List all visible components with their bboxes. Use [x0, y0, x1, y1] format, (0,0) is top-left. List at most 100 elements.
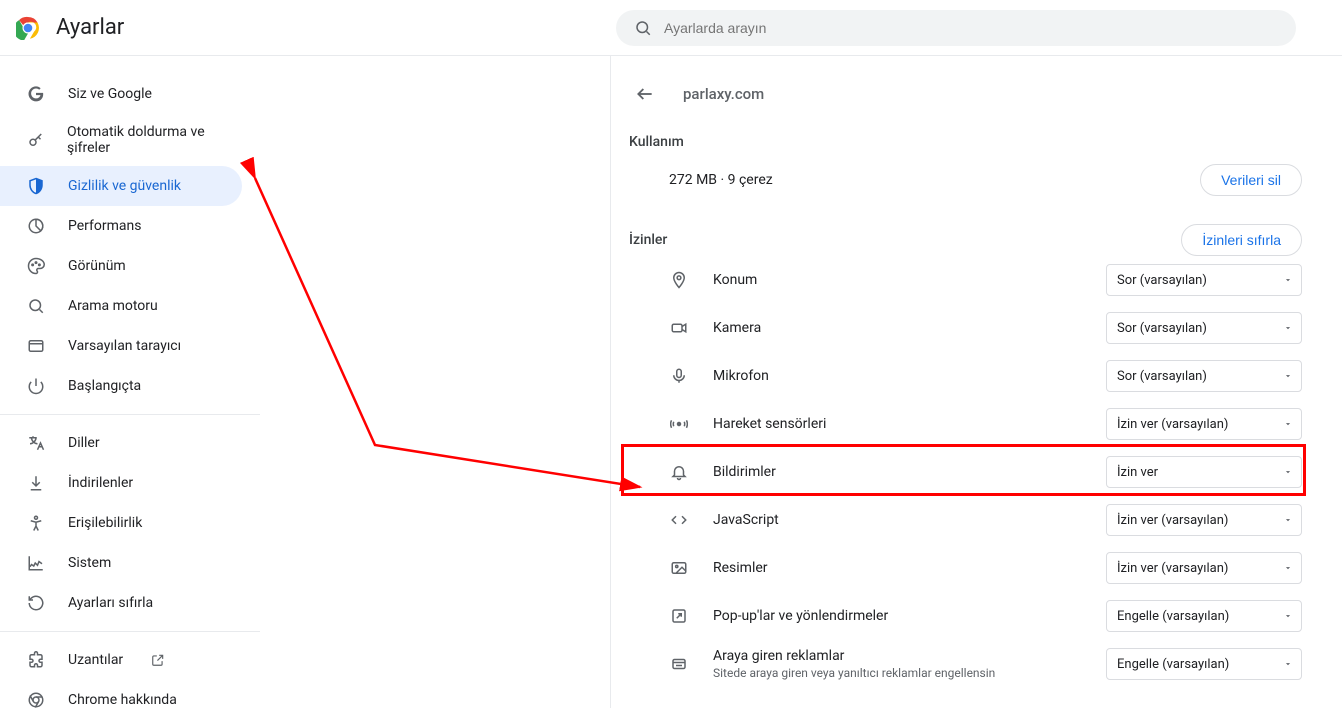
permission-label: JavaScript	[713, 512, 779, 528]
chevron-down-icon	[1283, 515, 1293, 525]
header-left: Ayarlar	[16, 15, 616, 40]
permission-value: Engelle (varsayılan)	[1117, 609, 1229, 624]
reset-icon	[26, 594, 46, 612]
permission-select[interactable]: Engelle (varsayılan)	[1106, 648, 1302, 680]
search-input[interactable]	[664, 20, 1278, 36]
sidebar-item-gizlilik-ve-g-venlik[interactable]: Gizlilik ve güvenlik	[0, 166, 242, 206]
chevron-down-icon	[1283, 371, 1293, 381]
ads-icon	[669, 655, 689, 673]
sidebar-item-label: Diller	[68, 435, 100, 451]
sidebar-item-sistem[interactable]: Sistem	[0, 543, 242, 583]
permission-label: Araya giren reklamlar	[713, 648, 995, 664]
chevron-down-icon	[1283, 611, 1293, 621]
permission-select[interactable]: İzin ver	[1106, 456, 1302, 488]
permission-sublabel: Sitede araya giren veya yanıltıcı reklam…	[713, 666, 995, 680]
permission-label: Hareket sensörleri	[713, 416, 826, 432]
reset-permissions-button[interactable]: İzinleri sıfırla	[1181, 224, 1302, 256]
chevron-down-icon	[1283, 419, 1293, 429]
permission-select[interactable]: İzin ver (varsayılan)	[1106, 552, 1302, 584]
permission-row-konum: KonumSor (varsayılan)	[629, 256, 1302, 304]
usage-value: 272 MB · 9 çerez	[669, 172, 773, 188]
sidebar-divider	[0, 631, 260, 632]
permission-value: İzin ver (varsayılan)	[1117, 513, 1228, 528]
download-icon	[26, 474, 46, 492]
translate-icon	[26, 434, 46, 452]
permission-row-bildirimler: Bildirimler İzin ver	[629, 448, 1302, 496]
permissions-section-title: İzinler	[629, 232, 667, 248]
image-icon	[669, 559, 689, 577]
permission-row-javascript: JavaScript İzin ver (varsayılan)	[629, 496, 1302, 544]
sidebar-item-label: Sistem	[68, 555, 111, 571]
permission-select[interactable]: İzin ver (varsayılan)	[1106, 504, 1302, 536]
search-icon	[26, 297, 46, 315]
permission-select[interactable]: Sor (varsayılan)	[1106, 312, 1302, 344]
chevron-down-icon	[1283, 563, 1293, 573]
sidebar-item-varsay-lan-taray-c-[interactable]: Varsayılan tarayıcı	[0, 326, 242, 366]
header: Ayarlar	[0, 0, 1342, 56]
sidebar-item-label: Arama motoru	[68, 298, 158, 314]
sidebar-item-eri-ilebilirlik[interactable]: Erişilebilirlik	[0, 503, 242, 543]
sidebar-item-i-ndirilenler[interactable]: İndirilenler	[0, 463, 242, 503]
speed-icon	[26, 217, 46, 235]
code-icon	[669, 511, 689, 529]
permission-row-resimler: Resimler İzin ver (varsayılan)	[629, 544, 1302, 592]
permission-row-araya-giren-reklamlar: Araya giren reklamlar Sitede araya giren …	[629, 640, 1302, 688]
permission-select[interactable]: Sor (varsayılan)	[1106, 264, 1302, 296]
mic-icon	[669, 367, 689, 385]
sidebar-item-label: Varsayılan tarayıcı	[68, 338, 181, 354]
chrome-logo-icon	[16, 16, 40, 40]
popup-icon	[669, 607, 689, 625]
permission-value: İzin ver (varsayılan)	[1117, 561, 1228, 576]
sidebar-item-label: Chrome hakkında	[68, 692, 177, 708]
search-box[interactable]	[616, 10, 1296, 46]
usage-row: 272 MB · 9 çerez Verileri sil	[629, 164, 1302, 196]
back-button[interactable]	[629, 78, 661, 110]
key-icon	[26, 131, 45, 149]
permission-select[interactable]: Engelle (varsayılan)	[1106, 600, 1302, 632]
sidebar-item-diller[interactable]: Diller	[0, 423, 242, 463]
google-icon	[26, 85, 46, 103]
sidebar-item-label: Otomatik doldurma ve şifreler	[67, 124, 242, 156]
location-icon	[669, 271, 689, 289]
accessibility-icon	[26, 514, 46, 532]
sidebar-item-arama-motoru[interactable]: Arama motoru	[0, 286, 242, 326]
chevron-down-icon	[1283, 323, 1293, 333]
sidebar-item-ayarlar-s-f-rla[interactable]: Ayarları sıfırla	[0, 583, 242, 623]
permission-label: Pop-up'lar ve yönlendirmeler	[713, 608, 888, 624]
permissions-list: KonumSor (varsayılan)KameraSor (varsayıl…	[629, 256, 1302, 688]
permission-label: Resimler	[713, 560, 768, 576]
sidebar-item-g-r-n-m[interactable]: Görünüm	[0, 246, 242, 286]
sidebar-divider	[0, 414, 260, 415]
sidebar-item-label: Gizlilik ve güvenlik	[68, 178, 181, 194]
extension-icon	[26, 651, 46, 669]
permission-value: Sor (varsayılan)	[1117, 369, 1207, 384]
permission-row-mikrofon: MikrofonSor (varsayılan)	[629, 352, 1302, 400]
motion-icon	[669, 415, 689, 433]
sidebar-item-ba-lang-ta[interactable]: Başlangıçta	[0, 366, 242, 406]
sidebar-item-label: Ayarları sıfırla	[68, 595, 153, 611]
sidebar: Siz ve Google Otomatik doldurma ve şifrel…	[0, 56, 260, 708]
permission-select[interactable]: İzin ver (varsayılan)	[1106, 408, 1302, 440]
sidebar-item-uzant-lar[interactable]: Uzantılar	[0, 640, 242, 680]
sidebar-item-label: Görünüm	[68, 258, 126, 274]
browser-icon	[26, 337, 46, 355]
clear-data-button[interactable]: Verileri sil	[1200, 164, 1302, 196]
permission-row-hareket-sens-rleri: Hareket sensörleri İzin ver (varsayılan)	[629, 400, 1302, 448]
site-name: parlaxy.com	[683, 85, 764, 103]
search-icon	[634, 19, 652, 37]
permission-select[interactable]: Sor (varsayılan)	[1106, 360, 1302, 392]
usage-section-title: Kullanım	[629, 134, 1302, 150]
sidebar-item-otomatik-doldurma-ve-ifreler[interactable]: Otomatik doldurma ve şifreler	[0, 114, 242, 166]
system-icon	[26, 554, 46, 572]
sidebar-item-label: Siz ve Google	[68, 86, 152, 102]
sidebar-item-siz-ve-google[interactable]: Siz ve Google	[0, 74, 242, 114]
sidebar-item-label: Erişilebilirlik	[68, 515, 142, 531]
breadcrumb: parlaxy.com	[629, 78, 1302, 110]
chrome-icon	[26, 691, 46, 709]
page-title: Ayarlar	[56, 15, 124, 40]
permission-label: Bildirimler	[713, 464, 776, 480]
sidebar-item-chrome-hakk-nda[interactable]: Chrome hakkında	[0, 680, 242, 720]
sidebar-item-performans[interactable]: Performans	[0, 206, 242, 246]
permission-row-kamera: KameraSor (varsayılan)	[629, 304, 1302, 352]
external-link-icon	[151, 653, 165, 667]
